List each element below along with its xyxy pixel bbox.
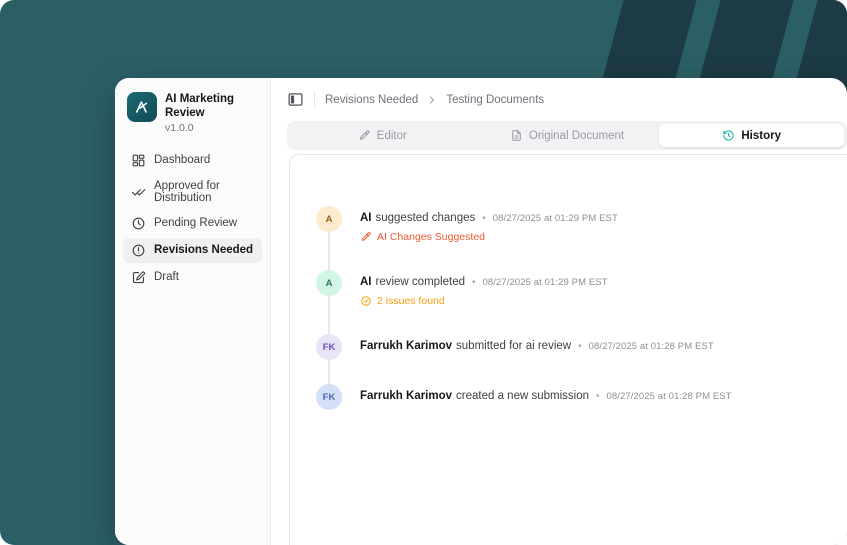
- entry-action: created a new submission: [456, 390, 589, 402]
- app-logo-icon: [127, 92, 157, 122]
- app-title: AI Marketing Review: [165, 93, 235, 120]
- pencil-icon: [360, 231, 372, 243]
- draft-pen-icon: [131, 270, 146, 285]
- sidebar-item-pending[interactable]: Pending Review: [123, 211, 262, 236]
- main-content: Revisions Needed Testing Documents Edito…: [271, 78, 847, 545]
- breadcrumb: Revisions Needed Testing Documents: [325, 94, 544, 106]
- tab-label: History: [741, 129, 781, 142]
- app-window: AI Marketing Review v1.0.0 Dashboard App…: [115, 78, 847, 545]
- topbar: Revisions Needed Testing Documents: [271, 78, 847, 121]
- sidebar: AI Marketing Review v1.0.0 Dashboard App…: [115, 78, 271, 545]
- timeline-entry: FK Farrukh Karimov created a new submiss…: [316, 384, 847, 410]
- entry-actor: Farrukh Karimov: [360, 390, 453, 402]
- avatar: A: [316, 270, 342, 296]
- entry-separator: •: [578, 341, 582, 352]
- sidebar-item-revisions[interactable]: Revisions Needed: [123, 237, 262, 263]
- timeline-entry: A AI review completed • 08/27/2025 at 01…: [316, 270, 847, 307]
- circle-check-icon: [360, 295, 372, 307]
- sidebar-item-dashboard[interactable]: Dashboard: [123, 148, 262, 173]
- tab-editor[interactable]: Editor: [290, 124, 475, 147]
- tab-label: Original Document: [528, 129, 625, 142]
- timeline-entry: A AI suggested changes • 08/27/2025 at 0…: [316, 206, 847, 243]
- sidebar-item-label: Approved for Distribution: [154, 179, 220, 204]
- tab-history[interactable]: History: [659, 124, 844, 147]
- sidebar-item-label: Revisions Needed: [154, 244, 254, 257]
- sidebar-item-label: Draft: [154, 271, 179, 284]
- sidebar-item-label: Dashboard: [154, 154, 211, 167]
- document-icon: [510, 129, 523, 142]
- entry-actor: Farrukh Karimov: [360, 340, 453, 352]
- status-badge-ai-changes: AI Changes Suggested: [360, 231, 618, 243]
- entry-separator: •: [482, 213, 486, 224]
- app-version: v1.0.0: [165, 121, 194, 134]
- entry-action: suggested changes: [375, 212, 476, 224]
- desktop-background: AI Marketing Review v1.0.0 Dashboard App…: [0, 0, 847, 545]
- entry-action: review completed: [375, 276, 465, 288]
- tab-original-document[interactable]: Original Document: [475, 124, 660, 147]
- entry-action: submitted for ai review: [456, 340, 572, 352]
- chevron-right-icon: [426, 94, 438, 106]
- entry-actor: AI: [360, 276, 372, 288]
- alert-circle-icon: [131, 243, 146, 258]
- entry-actor: AI: [360, 212, 372, 224]
- sidebar-toggle-icon[interactable]: [287, 91, 304, 108]
- entry-timestamp: 08/27/2025 at 01:29 PM EST: [482, 277, 608, 288]
- double-check-icon: [131, 184, 146, 199]
- history-timeline: A AI suggested changes • 08/27/2025 at 0…: [290, 155, 847, 410]
- timeline-entry: FK Farrukh Karimov submitted for ai revi…: [316, 334, 847, 360]
- avatar: FK: [316, 384, 342, 410]
- pencil-icon: [358, 129, 371, 142]
- entry-timestamp: 08/27/2025 at 01:28 PM EST: [588, 341, 714, 352]
- sidebar-item-label: Pending Review: [154, 217, 238, 230]
- sidebar-nav: Dashboard Approved for Distribution Pend…: [123, 148, 262, 290]
- avatar: A: [316, 206, 342, 232]
- entry-timestamp: 08/27/2025 at 01:28 PM EST: [606, 391, 732, 402]
- sidebar-item-draft[interactable]: Draft: [123, 265, 262, 290]
- history-panel: A AI suggested changes • 08/27/2025 at 0…: [289, 154, 847, 545]
- entry-separator: •: [596, 391, 600, 402]
- dashboard-icon: [131, 153, 146, 168]
- breadcrumb-item-revisions-needed[interactable]: Revisions Needed: [325, 94, 418, 106]
- badge-label: 2 issues found: [377, 295, 445, 307]
- history-icon: [722, 129, 735, 142]
- tab-bar: Editor Original Document History: [287, 121, 847, 150]
- badge-label: AI Changes Suggested: [377, 231, 485, 243]
- breadcrumb-item-testing-documents[interactable]: Testing Documents: [446, 94, 544, 106]
- status-badge-issues-found: 2 issues found: [360, 295, 608, 307]
- topbar-divider: [314, 92, 315, 107]
- tab-label: Editor: [376, 129, 407, 142]
- avatar: FK: [316, 334, 342, 360]
- sidebar-item-approved[interactable]: Approved for Distribution: [123, 175, 262, 209]
- entry-timestamp: 08/27/2025 at 01:29 PM EST: [492, 213, 618, 224]
- entry-separator: •: [471, 277, 476, 288]
- clock-icon: [131, 216, 146, 231]
- app-brand: AI Marketing Review v1.0.0: [123, 90, 262, 148]
